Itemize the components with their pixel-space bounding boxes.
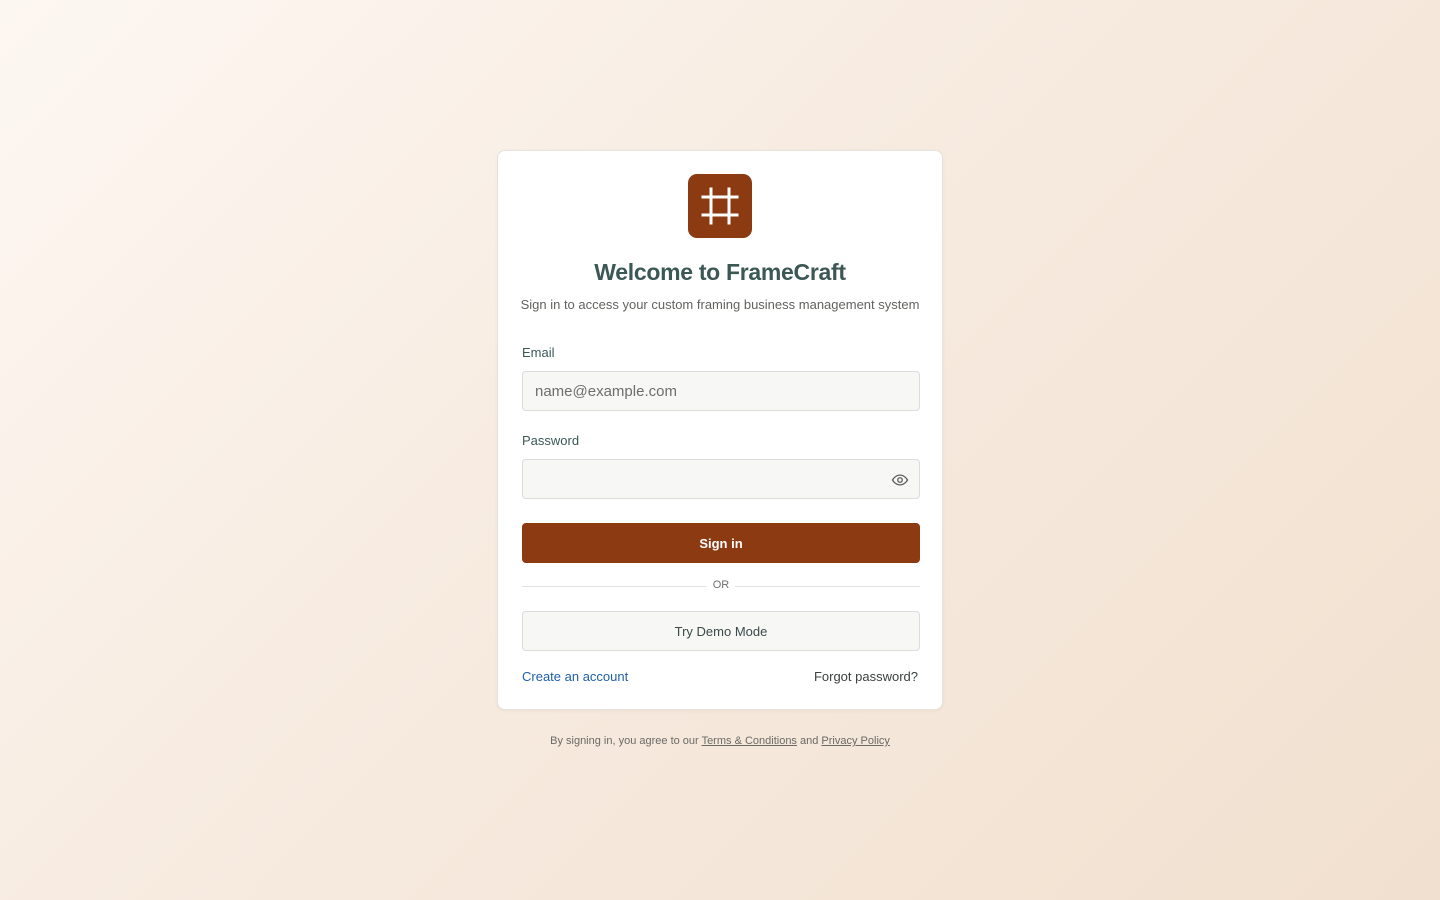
divider-text: OR <box>712 579 730 591</box>
demo-mode-button[interactable]: Try Demo Mode <box>522 611 920 651</box>
forgot-password-link[interactable]: Forgot password? <box>814 669 918 684</box>
email-label: Email <box>522 345 555 360</box>
login-card: Welcome to FrameCraft Sign in to access … <box>497 150 943 710</box>
password-field-container <box>522 459 920 499</box>
terms-link[interactable]: Terms & Conditions <box>702 735 797 747</box>
password-label: Password <box>522 433 580 448</box>
or-divider: OR <box>522 578 920 594</box>
footer-and: and <box>800 735 819 747</box>
legal-footer: By signing in, you agree to our Terms & … <box>0 735 1440 747</box>
page-title: Welcome to FrameCraft <box>594 259 846 285</box>
frame-icon <box>688 174 752 238</box>
page-subtitle: Sign in to access your custom framing bu… <box>520 297 920 312</box>
sign-in-button[interactable]: Sign in <box>522 523 920 563</box>
privacy-link[interactable]: Privacy Policy <box>821 735 889 747</box>
email-field-container <box>522 371 920 411</box>
create-account-link[interactable]: Create an account <box>522 669 628 684</box>
email-field[interactable] <box>523 372 919 410</box>
password-field[interactable] <box>523 460 919 498</box>
footer-prefix: By signing in, you agree to our <box>550 735 699 747</box>
eye-icon[interactable] <box>891 471 909 489</box>
